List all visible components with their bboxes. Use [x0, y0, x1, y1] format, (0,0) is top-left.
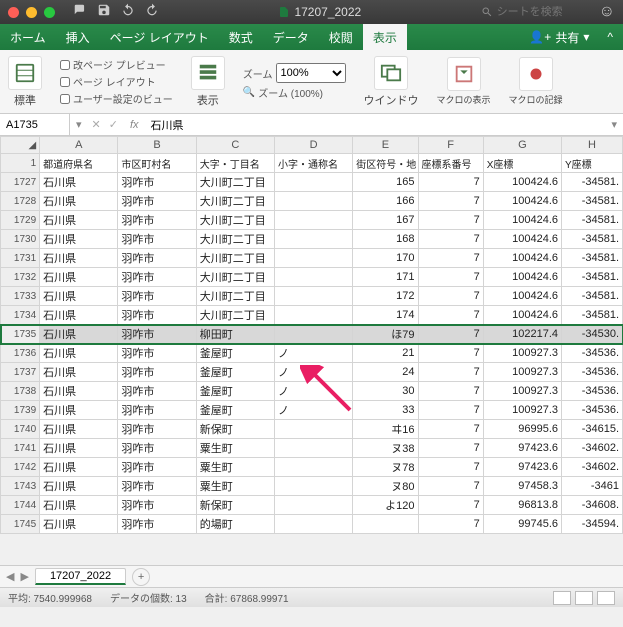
- header-row[interactable]: 1 都道府県名市区町村名大字・丁目名小字・通称名街区符号・地座標系番号X座標Y座…: [1, 154, 623, 173]
- status-bar: 平均: 7540.999968 データの個数: 13 合計: 67868.999…: [0, 587, 623, 607]
- formula-input[interactable]: 石川県: [147, 117, 606, 133]
- table-row[interactable]: 1740石川県羽咋市新保町ヰ16796995.6-34615.: [1, 420, 623, 439]
- sheet-nav-prev-icon[interactable]: ◀: [6, 570, 14, 583]
- search-input[interactable]: [497, 6, 587, 18]
- table-row[interactable]: 1728石川県羽咋市大川町二丁目1667100424.6-34581.: [1, 192, 623, 211]
- view-buttons[interactable]: [553, 591, 615, 605]
- tab-insert[interactable]: 挿入: [56, 24, 100, 50]
- table-row[interactable]: 1744石川県羽咋市新保町よ120796813.8-34608.: [1, 496, 623, 515]
- fx-icon[interactable]: fx: [122, 119, 147, 131]
- status-sum: 合計: 67868.99971: [205, 590, 289, 605]
- expand-formula-icon[interactable]: ▾: [605, 118, 623, 131]
- select-all[interactable]: ◢: [1, 137, 40, 154]
- view-options: 改ページ プレビュー ページ レイアウト ユーザー設定のビュー: [60, 57, 173, 106]
- macro-record[interactable]: マクロの記録: [509, 57, 563, 106]
- window-controls: [8, 7, 55, 18]
- ribbon: 標準 改ページ プレビュー ページ レイアウト ユーザー設定のビュー 表示 ズー…: [0, 50, 623, 114]
- table-row[interactable]: 1735石川県羽咋市柳田町ほ797102217.4-34530.: [1, 325, 623, 344]
- cancel-icon[interactable]: ✕: [88, 118, 105, 131]
- close-icon[interactable]: [8, 7, 19, 18]
- share-button[interactable]: 👤+共有▾: [521, 24, 597, 50]
- table-row[interactable]: 1734石川県羽咋市大川町二丁目1747100424.6-34581.: [1, 306, 623, 325]
- table-row[interactable]: 1741石川県羽咋市粟生町ヌ38797423.6-34602.: [1, 439, 623, 458]
- table-row[interactable]: 1739石川県羽咋市釜屋町ノ337100927.3-34536.: [1, 401, 623, 420]
- page-layout[interactable]: ページ レイアウト: [60, 74, 173, 89]
- table-row[interactable]: 1736石川県羽咋市釜屋町ノ217100927.3-34536.: [1, 344, 623, 363]
- column-headers[interactable]: ◢ ABCDEFGH: [1, 137, 623, 154]
- redo-icon[interactable]: [145, 3, 159, 22]
- table-row[interactable]: 1731石川県羽咋市大川町二丁目1707100424.6-34581.: [1, 249, 623, 268]
- zoom-select[interactable]: ズーム100%: [243, 63, 346, 83]
- user-view[interactable]: ユーザー設定のビュー: [60, 91, 173, 106]
- table-row[interactable]: 1738石川県羽咋市釜屋町ノ307100927.3-34536.: [1, 382, 623, 401]
- tab-review[interactable]: 校閲: [319, 24, 363, 50]
- tab-view[interactable]: 表示: [363, 24, 407, 50]
- normal-view-button[interactable]: 標準: [8, 56, 42, 108]
- undo-icon[interactable]: [121, 3, 135, 22]
- zoom-group: ズーム100% 🔍 ズーム (100%): [243, 63, 346, 100]
- table-row[interactable]: 1743石川県羽咋市粟生町ヌ80797458.3-3461: [1, 477, 623, 496]
- minimize-icon[interactable]: [26, 7, 37, 18]
- add-sheet-button[interactable]: +: [132, 568, 150, 586]
- window-button[interactable]: ウインドウ: [364, 56, 419, 108]
- smile-icon[interactable]: ☺: [599, 3, 615, 21]
- sheet-tab[interactable]: 17207_2022: [35, 568, 126, 585]
- table-row[interactable]: 1730石川県羽咋市大川町二丁目1687100424.6-34581.: [1, 230, 623, 249]
- table-row[interactable]: 1729石川県羽咋市大川町二丁目1677100424.6-34581.: [1, 211, 623, 230]
- table-row[interactable]: 1733石川県羽咋市大川町二丁目1727100424.6-34581.: [1, 287, 623, 306]
- confirm-icon[interactable]: ✓: [105, 118, 122, 131]
- tab-layout[interactable]: ページ レイアウト: [100, 24, 219, 50]
- title-search[interactable]: [481, 6, 587, 18]
- collapse-ribbon-icon[interactable]: ^: [597, 24, 623, 50]
- table-row[interactable]: 1737石川県羽咋市釜屋町ノ247100927.3-34536.: [1, 363, 623, 382]
- name-box[interactable]: A1735: [0, 114, 70, 135]
- tab-home[interactable]: ホーム: [0, 24, 56, 50]
- tab-formula[interactable]: 数式: [219, 24, 263, 50]
- zoom-100[interactable]: 🔍 ズーム (100%): [243, 85, 346, 100]
- formula-bar: A1735 ▾ ✕ ✓ fx 石川県 ▾: [0, 114, 623, 136]
- sheet-tabs: ◀ ▶ 17207_2022 +: [0, 565, 623, 587]
- namebox-dropdown-icon[interactable]: ▾: [70, 118, 88, 131]
- save-icon[interactable]: [97, 3, 111, 22]
- worksheet[interactable]: ◢ ABCDEFGH 1 都道府県名市区町村名大字・丁目名小字・通称名街区符号・…: [0, 136, 623, 534]
- title-bar: 17207_2022 ☺: [0, 0, 623, 24]
- status-average: 平均: 7540.999968: [8, 590, 92, 605]
- table-row[interactable]: 1732石川県羽咋市大川町二丁目1717100424.6-34581.: [1, 268, 623, 287]
- tab-data[interactable]: データ: [263, 24, 319, 50]
- table-row[interactable]: 1727石川県羽咋市大川町二丁目1657100424.6-34581.: [1, 173, 623, 192]
- zoom-icon[interactable]: [44, 7, 55, 18]
- pagebreak-preview[interactable]: 改ページ プレビュー: [60, 57, 173, 72]
- document-title: 17207_2022: [278, 5, 361, 19]
- ribbon-tabs: ホーム 挿入 ページ レイアウト 数式 データ 校閲 表示 👤+共有▾ ^: [0, 24, 623, 50]
- show-button[interactable]: 表示: [191, 56, 225, 108]
- status-count: データの個数: 13: [110, 590, 187, 605]
- autosave-icon[interactable]: [73, 3, 87, 22]
- table-row[interactable]: 1745石川県羽咋市的場町799745.6-34594.: [1, 515, 623, 534]
- sheet-nav-next-icon[interactable]: ▶: [20, 570, 28, 583]
- table-row[interactable]: 1742石川県羽咋市粟生町ヌ78797423.6-34602.: [1, 458, 623, 477]
- macro-show[interactable]: マクロの表示: [437, 57, 491, 106]
